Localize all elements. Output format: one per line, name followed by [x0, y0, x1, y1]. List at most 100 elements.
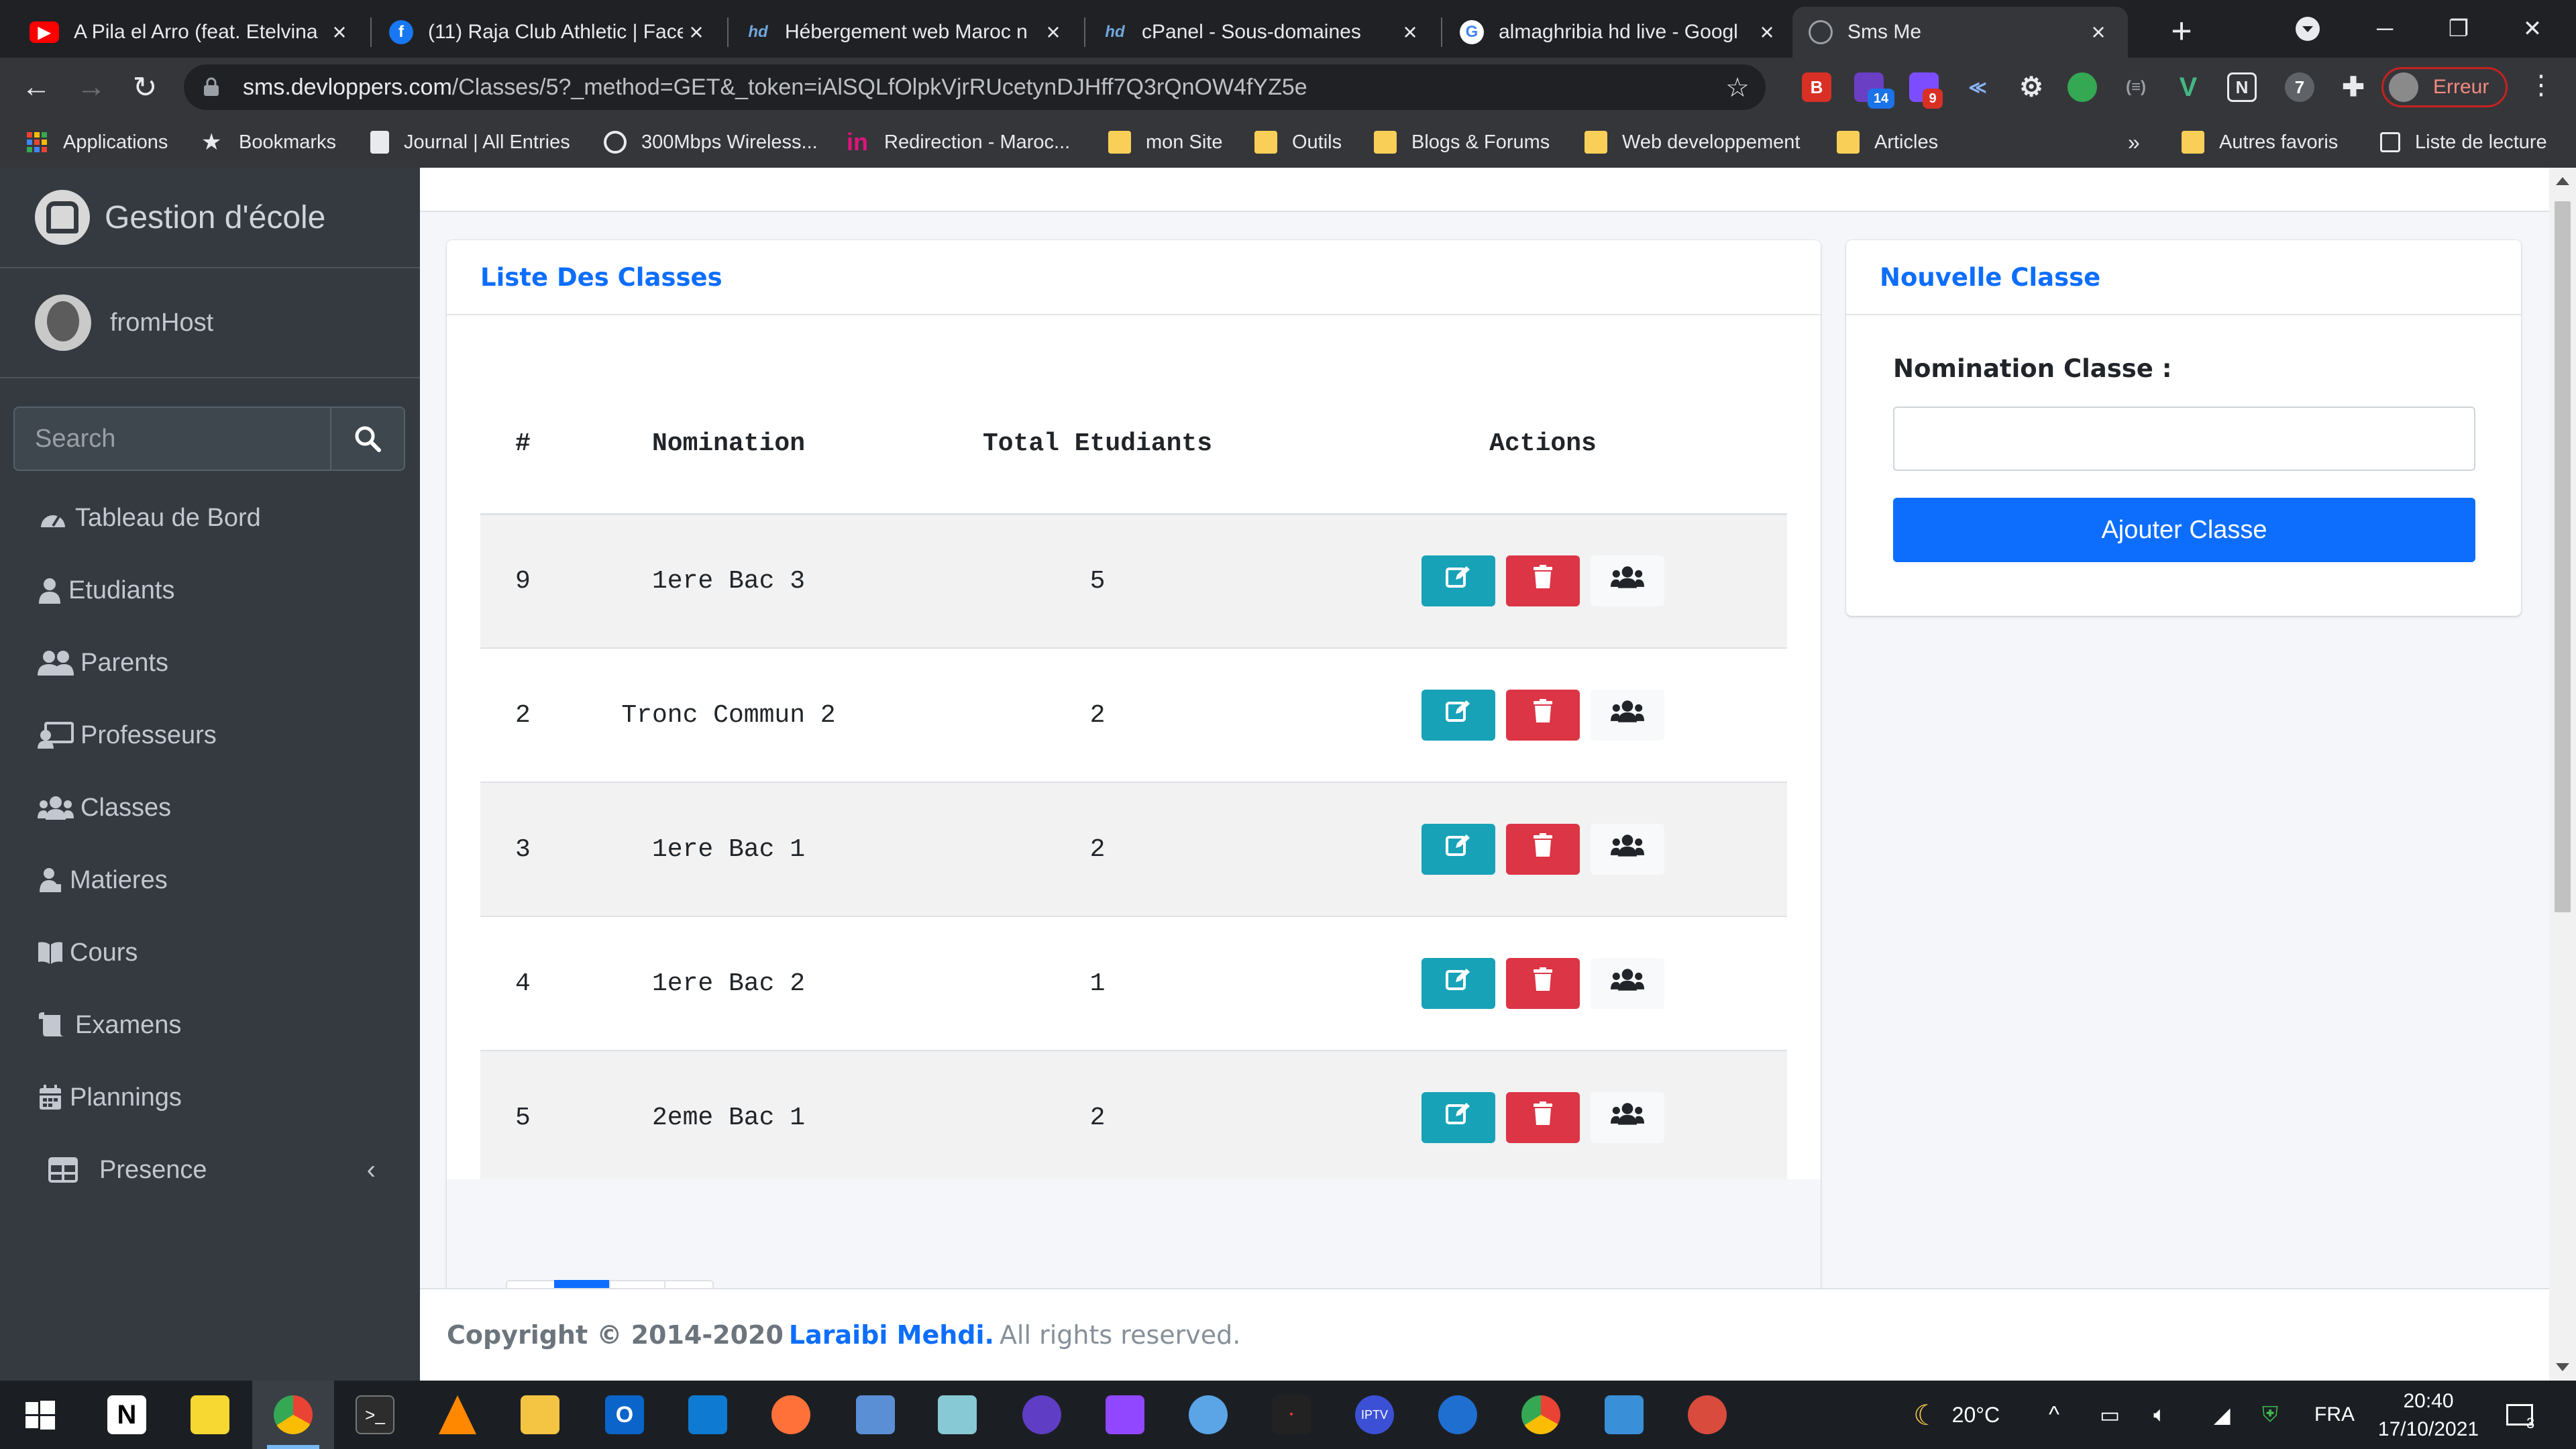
extension-icon[interactable]: [2068, 72, 2097, 102]
bookmarks-overflow-button[interactable]: »: [2128, 126, 2140, 158]
photos-icon[interactable]: [1605, 1395, 1644, 1434]
students-button[interactable]: [1591, 690, 1664, 741]
vscode-icon[interactable]: [688, 1395, 727, 1434]
firefox-icon[interactable]: [771, 1395, 810, 1434]
notion-icon[interactable]: N: [107, 1395, 146, 1434]
edit-button[interactable]: [1421, 555, 1495, 607]
reload-button[interactable]: ↻: [126, 68, 164, 106]
edit-button[interactable]: [1421, 824, 1495, 875]
class-name-input[interactable]: [1893, 407, 2475, 471]
footer-author-link[interactable]: Laraibi Mehdi.: [789, 1320, 994, 1350]
app-icon[interactable]: [1189, 1395, 1228, 1434]
clock[interactable]: 20:40 17/10/2021: [2361, 1387, 2496, 1444]
sidebar-item-professeurs[interactable]: Professeurs: [36, 708, 398, 762]
close-icon[interactable]: ×: [2085, 18, 2112, 46]
extension-icon[interactable]: B: [1802, 72, 1831, 102]
brand-link[interactable]: Gestion d'école: [0, 168, 420, 268]
close-icon[interactable]: ×: [1754, 18, 1780, 46]
minimize-button[interactable]: ─: [2348, 0, 2422, 58]
tab-google[interactable]: G almaghribia hd live - Googl ×: [1444, 7, 1796, 58]
volume-icon[interactable]: 🔈︎: [2153, 1381, 2166, 1449]
close-icon[interactable]: ×: [326, 18, 353, 46]
sidebar-item-examens[interactable]: Examens: [36, 998, 398, 1052]
delete-button[interactable]: [1506, 1092, 1580, 1143]
omnibox[interactable]: sms.devloppers.com/Classes/5?_method=GET…: [184, 64, 1766, 110]
bookmark-redirection[interactable]: in Redirection - Maroc...: [847, 126, 1070, 158]
tab-hosting[interactable]: hd Hébergement web Maroc n ×: [730, 7, 1083, 58]
puzzle-icon[interactable]: ✚: [2339, 72, 2368, 102]
app-icon[interactable]: [938, 1395, 977, 1434]
new-tab-button[interactable]: +: [2160, 9, 2203, 52]
scroll-down-arrow[interactable]: [2556, 1363, 2569, 1371]
notifications-button[interactable]: 3: [2506, 1381, 2534, 1449]
bookmark-applications[interactable]: Applications: [25, 126, 168, 158]
file-explorer-icon[interactable]: [521, 1395, 559, 1434]
vue-icon[interactable]: V: [2174, 72, 2203, 102]
weather-widget[interactable]: ☾ 20°C: [1913, 1381, 2000, 1449]
bookmark-journal[interactable]: Journal | All Entries: [370, 126, 570, 158]
delete-button[interactable]: [1506, 824, 1580, 875]
user-panel[interactable]: fromHost: [0, 268, 420, 378]
gear-icon[interactable]: ⚙: [2017, 72, 2046, 102]
bookmark-wireless[interactable]: 300Mbps Wireless...: [604, 126, 818, 158]
close-icon[interactable]: ×: [1040, 18, 1067, 46]
restore-button[interactable]: ❐: [2422, 0, 2496, 58]
extension-icon[interactable]: 7: [2285, 72, 2314, 102]
browser-menu-icon[interactable]: ⋮: [2528, 70, 2555, 101]
edit-button[interactable]: [1421, 690, 1495, 741]
scroll-up-arrow[interactable]: [2556, 177, 2569, 185]
students-button[interactable]: [1591, 824, 1664, 875]
chrome-icon[interactable]: [274, 1395, 313, 1434]
terminal-icon[interactable]: >_: [356, 1395, 394, 1434]
security-icon[interactable]: ⛨: [2262, 1381, 2278, 1449]
language-indicator[interactable]: FRA: [2314, 1381, 2355, 1449]
students-button[interactable]: [1591, 958, 1664, 1009]
edit-button[interactable]: [1421, 1092, 1495, 1143]
windows-start-icon[interactable]: [20, 1395, 59, 1434]
students-button[interactable]: [1591, 555, 1664, 607]
bookmark-folder[interactable]: Outils: [1254, 126, 1342, 158]
close-icon[interactable]: ×: [683, 18, 710, 46]
notion-icon[interactable]: N: [2227, 72, 2257, 102]
page-scrollbar[interactable]: [2549, 168, 2576, 1381]
sidebar-item-cours[interactable]: Cours: [36, 926, 398, 979]
bookmark-bookmarks[interactable]: ★ Bookmarks: [201, 126, 336, 158]
app-icon[interactable]: [1022, 1395, 1061, 1434]
sidebar-item-tableau-de-bord[interactable]: Tableau de Bord: [36, 491, 398, 545]
sidebar-item-plannings[interactable]: Plannings: [36, 1071, 398, 1124]
bookmark-folder[interactable]: Blogs & Forums: [1374, 126, 1550, 158]
outlook-icon[interactable]: O: [605, 1395, 644, 1434]
close-window-button[interactable]: ✕: [2496, 0, 2569, 58]
delete-button[interactable]: [1506, 690, 1580, 741]
search-button[interactable]: [330, 407, 405, 471]
iptv-icon[interactable]: IPTV: [1355, 1395, 1394, 1434]
profile-button[interactable]: Erreur: [2381, 67, 2508, 107]
network-tool-icon[interactable]: [856, 1395, 895, 1434]
bookmark-other-favorites[interactable]: Autres favoris: [2182, 126, 2338, 158]
twitch-icon[interactable]: [1106, 1395, 1144, 1434]
add-class-button[interactable]: Ajouter Classe: [1893, 498, 2475, 562]
tab-facebook[interactable]: f (11) Raja Club Athletic | Face ×: [373, 7, 726, 58]
tab-search-button[interactable]: [2274, 0, 2341, 58]
sidebar-item-parents[interactable]: Parents: [36, 636, 398, 690]
sidebar-item-presence[interactable]: Presence ‹: [47, 1143, 409, 1197]
students-button[interactable]: [1591, 1092, 1664, 1143]
extension-icon[interactable]: ≪: [1963, 72, 1992, 102]
tab-sms-me[interactable]: Sms Me ×: [1792, 7, 2128, 58]
chrome-icon[interactable]: [1521, 1395, 1560, 1434]
sidebar-item-matieres[interactable]: Matieres: [36, 853, 398, 907]
sidebar-item-classes[interactable]: Classes: [36, 781, 398, 835]
reading-list-button[interactable]: Liste de lecture: [2380, 126, 2547, 158]
scroll-thumb[interactable]: [2555, 201, 2571, 912]
app-icon[interactable]: [1438, 1395, 1477, 1434]
back-button[interactable]: ←: [17, 68, 55, 106]
tab-cpanel[interactable]: hd cPanel - Sous-domaines ×: [1087, 7, 1440, 58]
sidebar-item-etudiants[interactable]: Etudiants: [36, 564, 398, 617]
sticky-notes-icon[interactable]: [191, 1395, 229, 1434]
edit-button[interactable]: [1421, 958, 1495, 1009]
wifi-icon[interactable]: ◢: [2214, 1381, 2231, 1449]
search-input[interactable]: [13, 407, 330, 471]
extension-icon[interactable]: (≡): [2121, 72, 2151, 102]
app-icon[interactable]: [1688, 1395, 1727, 1434]
bookmark-star-icon[interactable]: ☆: [1725, 72, 1750, 103]
